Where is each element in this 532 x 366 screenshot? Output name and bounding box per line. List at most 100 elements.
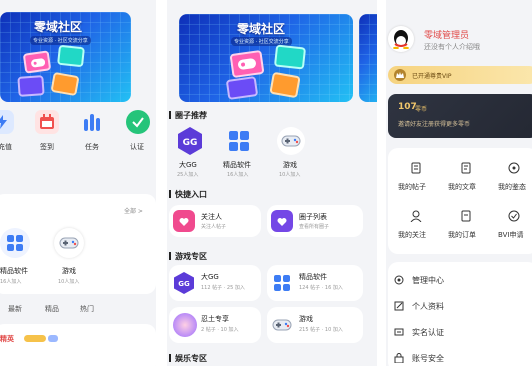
quick-desc: 查看所有圈子 [299,224,330,230]
tab-hot[interactable]: 热门 [80,304,94,314]
circle-name: 精品软件 [223,161,251,169]
apps-icon[interactable] [225,127,253,155]
apps-icon[interactable] [0,228,30,258]
circle-meta: 10人加入 [58,279,80,285]
gamepad-icon [271,315,293,335]
coin-value: 107 [398,102,417,112]
game-name: 精品软件 [299,273,327,281]
circle-meta: 25人加入 [177,172,199,178]
tab-premium[interactable]: 精品 [45,304,59,314]
circle-name: 游戏 [62,267,76,275]
menu-security[interactable]: 账号安全 [394,348,532,366]
post-icon[interactable] [410,162,422,174]
edit-icon [394,301,404,311]
svg-text:GG: GG [183,138,198,148]
gg-logo-icon[interactable]: GG [177,126,203,156]
circle-name: 精品软件 [0,267,28,275]
menu-profile[interactable]: 个人资料 [394,296,532,316]
post-card[interactable]: 精英 [0,324,156,366]
game-card[interactable]: GG 大GG 112 帖子 · 25 加入 [169,265,261,301]
svg-text:GG: GG [178,280,190,288]
check-shield-icon[interactable] [126,110,150,134]
grid-label: 我的文章 [448,183,476,191]
gamepad-icon[interactable] [54,228,84,258]
nav-label-task: 任务 [85,143,99,151]
lightning-icon[interactable] [0,110,14,134]
post-tag: 精英 [0,335,14,343]
grid-label: 我的订单 [448,231,476,239]
quick-circles[interactable]: 圈子列表 查看所有圈子 [267,205,363,237]
vip-bar[interactable]: 已开通尊贵VIP [388,66,532,84]
menu-admin[interactable]: 管理中心 [394,270,532,290]
quick-name: 关注人 [201,213,222,221]
status-icon[interactable] [508,162,520,174]
calendar-icon[interactable] [35,110,59,134]
apps-icon [271,272,293,294]
gamepad-icon [229,49,265,79]
circle-meta: 16人加入 [227,172,249,178]
coin-card[interactable]: 107 零币 邀请好友注册获得更多零币 [388,94,532,138]
profile-grid-card: 我的帖子 我的文章 我的鉴态 我的关注 我的订单 BVI申请 [388,148,532,254]
section-title: 游戏专区 [169,251,207,262]
all-link[interactable]: 全部 > [124,206,143,215]
heart-icon [173,210,195,232]
game-name: 忍土专享 [201,315,229,323]
grid-label: BVI申请 [498,231,524,239]
next-banner[interactable] [359,14,377,102]
home-banner[interactable]: 零域社区 专业资源 · 社区交流分享 [0,12,131,102]
nav-label-signin: 签到 [40,143,54,151]
nav-label-auth: 认证 [130,143,144,151]
apply-icon[interactable] [508,210,520,222]
gamepad-icon[interactable] [277,127,305,155]
follow-icon[interactable] [410,210,422,222]
game-card[interactable]: 忍土专享 2 帖子 · 10 加入 [169,307,261,343]
community-screen: 零域社区 专业资源 · 社区交流分享 圈子推荐 GG 大GG 25人加入 精品软… [167,0,377,366]
avatar[interactable] [388,26,414,52]
coin-hint: 邀请好友注册获得更多零币 [398,121,471,128]
article-icon[interactable] [460,162,472,174]
grid-label: 我的鉴态 [498,183,526,191]
home-screen: 零域社区 专业资源 · 社区交流分享 充值 签到 任务 认证 全部 > 精品软件… [0,0,156,366]
monitor-icon [273,44,307,70]
section-title: 快捷入口 [169,189,207,200]
menu-label: 实名认证 [412,327,444,337]
quick-follow[interactable]: 关注人 关注人帖子 [169,205,261,237]
crown-icon [394,69,406,81]
section-title: 娱乐专区 [169,353,207,364]
lock-icon [394,353,404,363]
game-meta: 112 帖子 · 25 加入 [201,285,245,291]
grid-label: 我的帖子 [398,183,426,191]
phone-icon [50,71,80,97]
circle-name: 游戏 [283,161,297,169]
level-badge [24,335,46,342]
community-banner[interactable]: 零域社区 专业资源 · 社区交流分享 [179,14,353,102]
tab-latest[interactable]: 最新 [8,304,22,314]
monitor-icon [57,44,85,68]
heart-icon [271,210,293,232]
circle-card: 全部 > 精品软件 16人加入 游戏 10人加入 [0,194,156,294]
circle-name: 大GG [179,161,197,169]
circle-meta: 10人加入 [279,172,301,178]
gg-logo-icon: GG [173,271,195,295]
game-card[interactable]: 精品软件 124 帖子 · 16 加入 [267,265,363,301]
grid-label: 我的关注 [398,231,426,239]
gap [377,0,386,366]
order-icon[interactable] [460,210,472,222]
game-card[interactable]: 游戏 215 帖子 · 10 加入 [267,307,363,343]
banner-title: 零域社区 [34,20,83,34]
nav-label-recharge: 充值 [0,143,12,151]
screens: 零域社区 专业资源 · 社区交流分享 充值 签到 任务 认证 全部 > 精品软件… [0,0,532,366]
coin-unit: 零币 [415,106,428,113]
phone-icon [269,71,301,99]
profile-screen: 零域管理员 还没有个人介绍哦 已开通尊贵VIP 107 零币 邀请好友注册获得更… [386,0,532,366]
vip-badge [48,335,58,342]
bars-icon[interactable] [80,110,104,134]
menu-label: 账号安全 [412,353,444,363]
menu-realname[interactable]: 实名认证 [394,322,532,342]
admin-icon [394,275,404,285]
code-icon [17,75,45,97]
anime-avatar-icon [173,313,197,337]
menu-label: 管理中心 [412,275,444,285]
gap [156,0,167,366]
menu-label: 个人资料 [412,301,444,311]
